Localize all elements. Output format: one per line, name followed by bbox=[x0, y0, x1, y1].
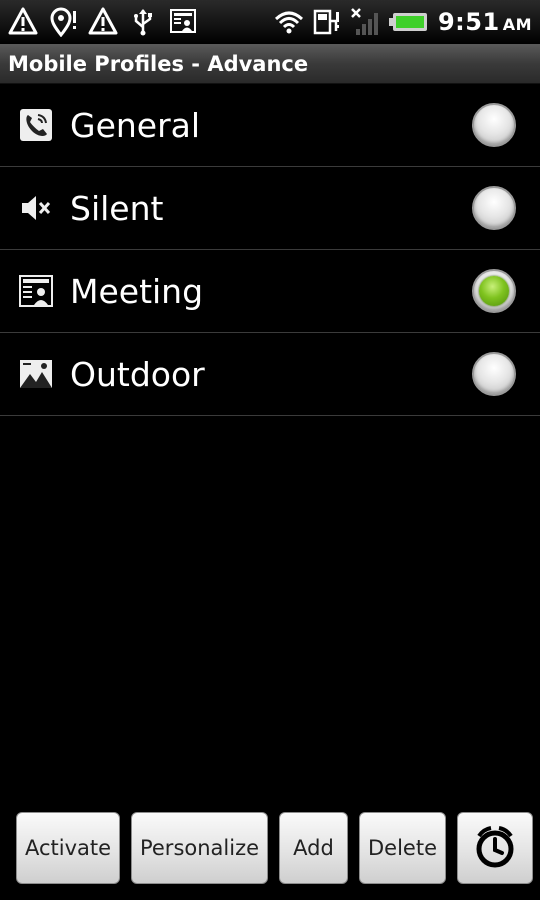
status-clock: 9:51 AM bbox=[437, 8, 532, 36]
system-icons: 9:51 AM bbox=[274, 7, 532, 37]
timer-icon bbox=[471, 822, 519, 875]
add-button[interactable]: Add bbox=[279, 812, 348, 884]
battery-icon bbox=[388, 7, 430, 37]
title-bar: Mobile Profiles - Advance bbox=[0, 44, 540, 84]
phone-ring-icon bbox=[16, 105, 56, 145]
speaker-muted-icon bbox=[16, 188, 56, 228]
warning-icon bbox=[8, 7, 38, 37]
profile-item-silent[interactable]: Silent bbox=[0, 167, 540, 250]
data-sync-icon bbox=[312, 7, 342, 37]
profile-label: General bbox=[70, 105, 201, 145]
location-pin-icon bbox=[48, 7, 78, 37]
action-bar: Activate Personalize Add Delete bbox=[0, 812, 540, 900]
delete-button[interactable]: Delete bbox=[359, 812, 446, 884]
wifi-icon bbox=[274, 7, 304, 37]
meeting-icon bbox=[16, 271, 56, 311]
notification-icons bbox=[8, 7, 198, 37]
timer-button[interactable] bbox=[457, 812, 533, 884]
profile-radio-outdoor[interactable] bbox=[472, 352, 516, 396]
profile-label: Meeting bbox=[70, 271, 204, 311]
profile-radio-silent[interactable] bbox=[472, 186, 516, 230]
profile-item-meeting[interactable]: Meeting bbox=[0, 250, 540, 333]
page-title: Mobile Profiles - Advance bbox=[8, 51, 309, 76]
personalize-button[interactable]: Personalize bbox=[131, 812, 268, 884]
profile-label: Outdoor bbox=[70, 354, 205, 394]
status-bar: 9:51 AM bbox=[0, 0, 540, 44]
selected-indicator bbox=[479, 276, 509, 306]
no-signal-icon bbox=[350, 7, 380, 37]
outdoor-icon bbox=[16, 354, 56, 394]
profile-radio-meeting[interactable] bbox=[472, 269, 516, 313]
profile-notification-icon bbox=[168, 7, 198, 37]
profile-item-outdoor[interactable]: Outdoor bbox=[0, 333, 540, 416]
warning-icon bbox=[88, 7, 118, 37]
profile-item-general[interactable]: General bbox=[0, 84, 540, 167]
profile-list: General Silent Meeting Outdoor bbox=[0, 84, 540, 416]
profile-radio-general[interactable] bbox=[472, 103, 516, 147]
usb-icon bbox=[128, 7, 158, 37]
activate-button[interactable]: Activate bbox=[16, 812, 120, 884]
profile-label: Silent bbox=[70, 188, 164, 228]
